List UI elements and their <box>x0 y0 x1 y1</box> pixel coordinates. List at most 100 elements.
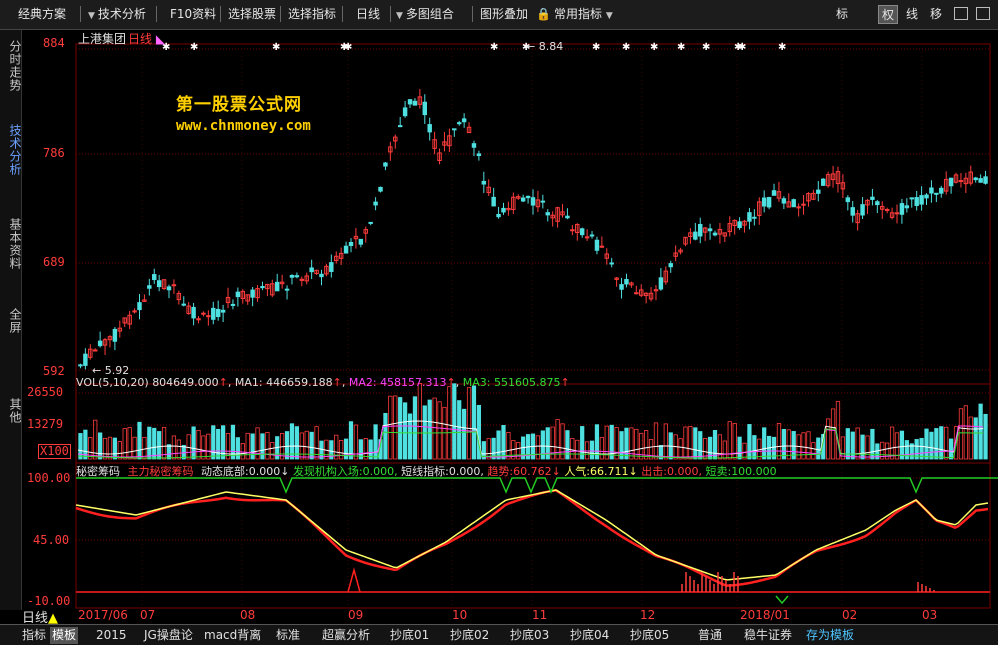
volume-bar <box>112 437 118 460</box>
vol-unit: X100 <box>38 444 71 459</box>
volume-bar <box>865 435 870 460</box>
event-marker-icon: ✱ <box>778 42 786 53</box>
tab-chaodi02[interactable]: 抄底02 <box>450 627 489 644</box>
volume-bar <box>742 442 747 460</box>
common-label: 常用指标 <box>554 7 603 21</box>
volume-title: VOL(5,10,20) <box>76 376 149 389</box>
candle-body <box>383 162 388 167</box>
candle-body <box>584 236 590 239</box>
line-button[interactable]: 线 <box>902 5 922 24</box>
candle-body <box>909 197 914 200</box>
candle-body <box>211 307 216 320</box>
common-indicator-button[interactable]: 常用指标 ▼ <box>550 3 620 25</box>
volume-bar <box>575 439 580 460</box>
multi-chart-button[interactable]: ▼ 多图组合 <box>392 3 458 25</box>
volume-bar <box>978 403 983 460</box>
volume-bar <box>830 408 836 460</box>
move-button[interactable]: 移 <box>926 5 946 24</box>
tab-chaodi03[interactable]: 抄底03 <box>510 627 549 644</box>
candle-body <box>260 286 265 289</box>
tab-macd[interactable]: macd背离 <box>204 627 261 644</box>
indicator-item-2: 发现机构入场: <box>292 465 363 478</box>
tab-indicator[interactable]: 指标 <box>22 627 46 644</box>
volume-bar <box>599 437 604 460</box>
indicator-item-5: 人气: <box>564 465 591 478</box>
select-stock-button[interactable]: 选择股票 <box>224 3 280 25</box>
sidebar-tab-fullscreen[interactable]: 全屏 <box>1 306 22 336</box>
candle-body <box>525 195 531 199</box>
candle-body <box>919 195 924 205</box>
tab-normal[interactable]: 普通 <box>698 627 722 644</box>
tab-2015[interactable]: 2015 <box>96 627 127 644</box>
candle-body <box>752 216 757 219</box>
candle-body <box>570 229 575 232</box>
ma1-value: 446659.188 <box>266 376 333 389</box>
analysis-button[interactable]: ▼ 技术分析 <box>84 3 150 25</box>
sidebar-tab-fundamentals[interactable]: 基本资料 <box>1 214 22 274</box>
volume-bar <box>206 433 211 460</box>
tab-save-template[interactable]: 存为模板 <box>806 627 854 644</box>
tab-chaodi01[interactable]: 抄底01 <box>390 627 429 644</box>
select-indicator-button[interactable]: 选择指标 <box>284 3 340 25</box>
volume-bar <box>698 431 703 460</box>
volume-bar <box>584 441 590 460</box>
indicator-item-4: 趋势: <box>487 465 514 478</box>
window-restore-icon[interactable] <box>954 7 968 20</box>
candle-body <box>491 196 496 207</box>
volume-bar <box>973 417 978 460</box>
sidebar-tab-intraday[interactable]: 分时走势 <box>1 36 22 96</box>
y-label-786: 786 <box>43 146 65 160</box>
sidebar-tab-other[interactable]: 其他 <box>1 396 22 426</box>
volume-bar <box>570 438 575 460</box>
volume-bar <box>284 431 290 460</box>
tab-chaodi04[interactable]: 抄底04 <box>570 627 609 644</box>
volume-bar <box>929 431 934 460</box>
rights-button[interactable]: 权 <box>878 5 898 24</box>
volume-bar <box>260 433 265 460</box>
candle-body <box>309 267 314 273</box>
tab-chaodi05[interactable]: 抄底05 <box>630 627 669 644</box>
f10-button[interactable]: F10资料 <box>166 3 220 25</box>
price-chart-area[interactable]: ✱ ✱ ✱ ✱✱ ✱ ✱ ✱ ✱ ✱ ✱ ✱ ✱✱ ✱ <box>22 30 998 624</box>
overlay-button[interactable]: 图形叠加 <box>476 3 532 25</box>
volume-bar <box>737 436 742 460</box>
volume-bar <box>176 439 181 460</box>
ind-y-label-neg10: -10.00 <box>27 594 71 608</box>
volume-bar <box>722 440 727 460</box>
volume-bar <box>958 408 964 460</box>
tab-chaoying[interactable]: 超赢分析 <box>322 627 370 644</box>
indicator-value-4: 60.762↓ <box>513 465 561 478</box>
volume-bar <box>304 430 309 460</box>
tab-standard[interactable]: 标准 <box>276 627 300 644</box>
tab-jg[interactable]: JG操盘论 <box>144 627 193 644</box>
indicator-name: 秘密筹码 <box>76 465 120 478</box>
volume-bar <box>776 423 782 460</box>
high-label: 8.84 <box>538 40 564 53</box>
watermark-url: www.chnmoney.com <box>176 118 311 134</box>
event-marker-icon: ✱ <box>592 42 600 53</box>
x-label-07: 07 <box>140 608 156 622</box>
volume-bar <box>786 429 791 460</box>
sidebar-tab-technical[interactable]: 技术分析 <box>1 120 22 180</box>
tab-wenniu[interactable]: 稳牛证券 <box>744 627 792 644</box>
volume-bar <box>393 395 398 460</box>
window-close-icon[interactable] <box>976 7 990 20</box>
volume-bar <box>437 401 442 460</box>
mark-button[interactable]: 标 <box>832 5 852 24</box>
ma1-label: MA1: <box>234 376 263 389</box>
plan-button[interactable]: 经典方案 <box>14 3 70 25</box>
candle-body <box>594 239 600 251</box>
analysis-label: 技术分析 <box>97 7 146 21</box>
event-marker-icon: ✱ <box>738 42 746 53</box>
x-label-08: 08 <box>240 608 256 622</box>
volume-value: 804649.000 <box>152 376 219 389</box>
candle-body <box>545 212 550 216</box>
volume-bar <box>693 427 698 460</box>
vol-y-label-2: 13279 <box>27 417 64 431</box>
volume-bar <box>235 437 240 460</box>
tab-template[interactable]: 模板 <box>50 627 79 644</box>
event-marker-icon: ✱ <box>344 42 352 53</box>
volume-bar <box>107 436 113 460</box>
volume-bar <box>501 424 506 460</box>
period-button[interactable]: 日线 <box>352 3 384 25</box>
